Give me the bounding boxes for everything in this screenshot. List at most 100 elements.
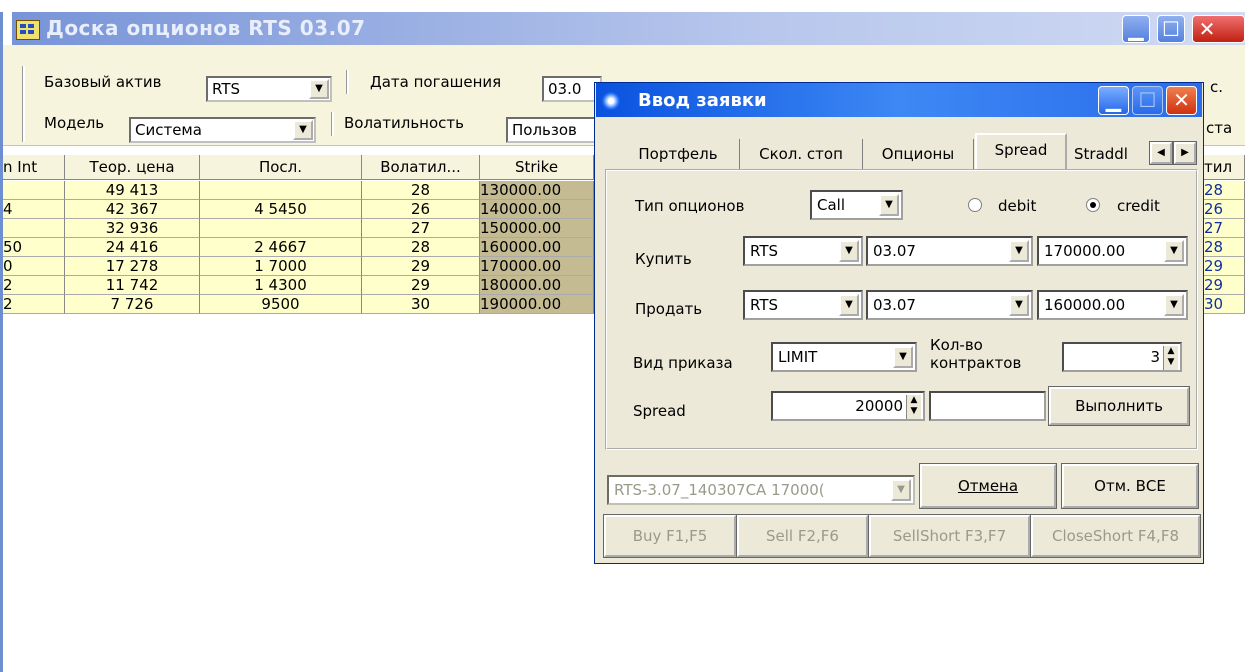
radio-credit-label[interactable]: credit xyxy=(1117,197,1160,215)
option-type-select[interactable]: Call ▼ xyxy=(810,190,903,220)
cell-strike[interactable]: 130000.00 xyxy=(480,181,594,200)
cell-right-volatility[interactable]: 28 xyxy=(1204,181,1245,200)
cell-strike[interactable]: 180000.00 xyxy=(480,276,594,295)
chevron-down-icon[interactable]: ▼ xyxy=(1164,240,1184,262)
dialog-maximize-button[interactable]: ☐ xyxy=(1132,86,1163,115)
spread-extra-field[interactable] xyxy=(929,391,1046,421)
tab-spread[interactable]: Spread xyxy=(975,133,1067,169)
cell-open-interest[interactable]: 0 xyxy=(3,257,65,276)
chevron-down-icon[interactable]: ▼ xyxy=(839,294,859,316)
contracts-spinner[interactable]: 3 ▲ ▼ xyxy=(1062,342,1182,372)
model-select[interactable]: Система ▼ xyxy=(129,117,316,143)
closeshort-button[interactable]: CloseShort F4,F8 xyxy=(1030,514,1201,558)
execute-button[interactable]: Выполнить xyxy=(1048,386,1190,426)
sell-strike-select[interactable]: 160000.00 ▼ xyxy=(1037,290,1188,320)
order-type-select[interactable]: LIMIT ▼ xyxy=(771,342,917,372)
volatility-select[interactable]: Пользов xyxy=(506,117,602,143)
spread-spinner[interactable]: 20000 ▲ ▼ xyxy=(771,391,925,421)
buy-expiry-select[interactable]: 03.07 ▼ xyxy=(866,236,1033,266)
radio-credit[interactable] xyxy=(1086,198,1100,212)
cell-last-price[interactable] xyxy=(200,181,362,200)
cell-strike[interactable]: 140000.00 xyxy=(480,200,594,219)
cell-last-price[interactable]: 9500 xyxy=(200,295,362,314)
cell-last-price[interactable]: 2 4667 xyxy=(200,238,362,257)
dialog-close-button[interactable]: ✕ xyxy=(1166,86,1197,115)
cell-right-volatility[interactable]: 29 xyxy=(1204,276,1245,295)
cell-volatility[interactable]: 28 xyxy=(362,238,480,257)
tab-portfolio[interactable]: Портфель xyxy=(617,139,740,169)
chevron-down-icon[interactable]: ▼ xyxy=(839,240,859,262)
sellshort-button[interactable]: SellShort F3,F7 xyxy=(868,514,1031,558)
base-asset-select[interactable]: RTS ▼ xyxy=(206,76,332,102)
cell-theor-price[interactable]: 49 413 xyxy=(65,181,200,200)
tab-scroll-right[interactable]: ▶ xyxy=(1173,141,1197,165)
column-header[interactable]: Посл. xyxy=(200,155,362,180)
cell-theor-price[interactable]: 11 742 xyxy=(65,276,200,295)
chevron-down-icon[interactable]: ▼ xyxy=(1009,240,1029,262)
cell-theor-price[interactable]: 7 726 xyxy=(65,295,200,314)
tab-straddle[interactable]: Straddl xyxy=(1068,139,1148,169)
cancel-button[interactable]: Отмена xyxy=(919,463,1057,509)
column-header[interactable]: n Int xyxy=(3,155,65,180)
radio-debit[interactable] xyxy=(968,198,982,212)
cell-theor-price[interactable]: 24 416 xyxy=(65,238,200,257)
cell-last-price[interactable] xyxy=(200,219,362,238)
tab-slide-stop[interactable]: Скол. стоп xyxy=(740,139,863,169)
cell-right-volatility[interactable]: 29 xyxy=(1204,257,1245,276)
close-button[interactable]: ✕ xyxy=(1192,15,1245,43)
cell-last-price[interactable]: 4 5450 xyxy=(200,200,362,219)
cell-theor-price[interactable]: 42 367 xyxy=(65,200,200,219)
cell-last-price[interactable]: 1 4300 xyxy=(200,276,362,295)
cell-theor-price[interactable]: 32 936 xyxy=(65,219,200,238)
cell-right-volatility[interactable]: 27 xyxy=(1204,219,1245,238)
column-header[interactable]: Теор. цена xyxy=(65,155,200,180)
chevron-down-icon[interactable]: ▼ xyxy=(879,194,899,216)
chevron-down-icon[interactable]: ▼ xyxy=(1009,294,1029,316)
sell-expiry-select[interactable]: 03.07 ▼ xyxy=(866,290,1033,320)
chevron-down-icon[interactable]: ▼ xyxy=(1164,294,1184,316)
buy-asset-select[interactable]: RTS ▼ xyxy=(743,236,863,266)
cell-volatility[interactable]: 26 xyxy=(362,200,480,219)
chevron-down-icon[interactable]: ▼ xyxy=(309,79,329,99)
spinner-arrows-icon[interactable]: ▲ ▼ xyxy=(1163,346,1178,370)
cell-open-interest[interactable]: 2 xyxy=(3,276,65,295)
cell-open-interest[interactable]: 2 xyxy=(3,295,65,314)
cell-volatility[interactable]: 28 xyxy=(362,181,480,200)
cell-open-interest[interactable]: 4 xyxy=(3,200,65,219)
column-header[interactable]: тил xyxy=(1204,155,1245,180)
cell-strike[interactable]: 150000.00 xyxy=(480,219,594,238)
buy-strike-select[interactable]: 170000.00 ▼ xyxy=(1037,236,1188,266)
cell-open-interest[interactable] xyxy=(3,219,65,238)
cell-strike[interactable]: 190000.00 xyxy=(480,295,594,314)
cell-last-price[interactable]: 1 7000 xyxy=(200,257,362,276)
chevron-down-icon[interactable]: ▼ xyxy=(293,120,313,140)
maximize-button[interactable]: ☐ xyxy=(1157,15,1185,43)
sell-asset-select[interactable]: RTS ▼ xyxy=(743,290,863,320)
cell-right-volatility[interactable]: 26 xyxy=(1204,200,1245,219)
tab-options[interactable]: Опционы xyxy=(863,139,974,169)
cell-volatility[interactable]: 30 xyxy=(362,295,480,314)
column-header[interactable]: Волатил... xyxy=(362,155,480,180)
tab-scroll-left[interactable]: ◀ xyxy=(1149,141,1173,165)
expiry-select[interactable]: 03.0 xyxy=(542,76,602,102)
cell-volatility[interactable]: 27 xyxy=(362,219,480,238)
minimize-button[interactable]: ▁ xyxy=(1122,15,1150,43)
cell-volatility[interactable]: 29 xyxy=(362,257,480,276)
sell-button[interactable]: Sell F2,F6 xyxy=(736,514,869,558)
buy-button[interactable]: Buy F1,F5 xyxy=(603,514,737,558)
chevron-down-icon[interactable]: ▼ xyxy=(893,346,913,368)
order-select[interactable]: RTS-3.07_140307CA 17000(▼ xyxy=(607,475,915,505)
cell-right-volatility[interactable]: 28 xyxy=(1204,238,1245,257)
cancel-all-button[interactable]: Отм. ВСЕ xyxy=(1061,463,1199,509)
cell-theor-price[interactable]: 17 278 xyxy=(65,257,200,276)
dialog-minimize-button[interactable]: ▁ xyxy=(1098,86,1129,115)
cell-right-volatility[interactable]: 30 xyxy=(1204,295,1245,314)
radio-debit-label[interactable]: debit xyxy=(998,197,1036,215)
cell-open-interest[interactable] xyxy=(3,181,65,200)
cell-volatility[interactable]: 29 xyxy=(362,276,480,295)
cell-strike[interactable]: 160000.00 xyxy=(480,238,594,257)
chevron-down-icon[interactable]: ▼ xyxy=(891,479,911,501)
spinner-arrows-icon[interactable]: ▲ ▼ xyxy=(906,395,921,419)
cell-open-interest[interactable]: 50 xyxy=(3,238,65,257)
cell-strike[interactable]: 170000.00 xyxy=(480,257,594,276)
